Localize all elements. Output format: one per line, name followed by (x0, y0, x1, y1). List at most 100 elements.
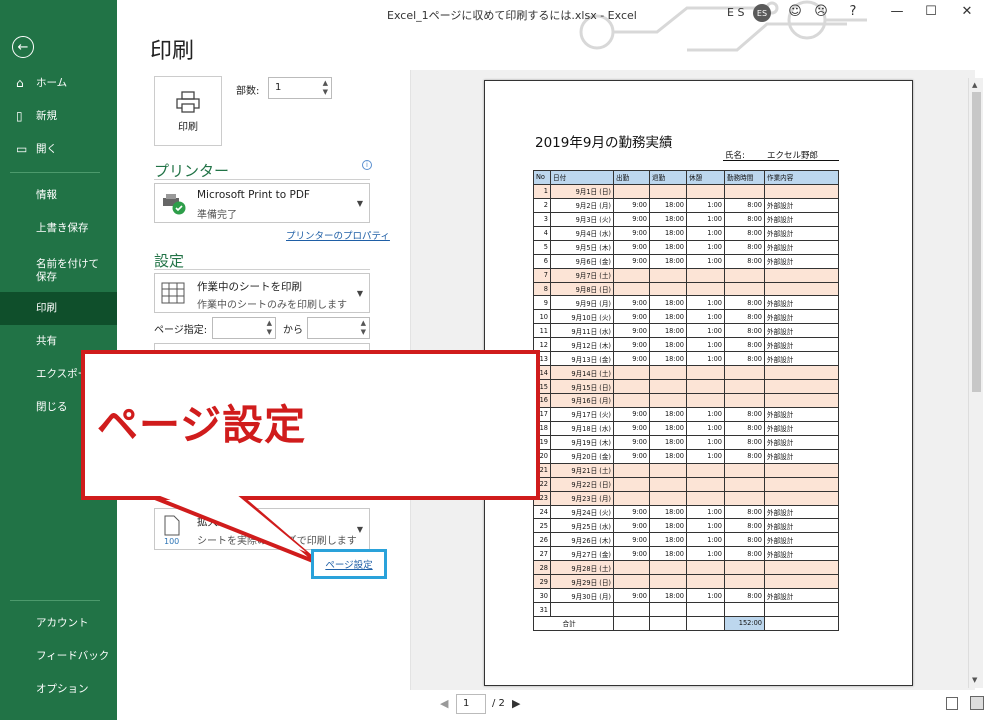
table-cell: 外部設計 (764, 504, 839, 520)
info-icon[interactable]: i (362, 160, 372, 170)
column-header: 休憩 (686, 170, 725, 185)
table-cell: 1:00 (686, 406, 725, 422)
back-arrow-icon[interactable]: ← (12, 36, 34, 58)
sidebar-item-label: ホーム (36, 77, 68, 90)
smile-feedback-icon[interactable]: ☺ (785, 4, 805, 19)
table-cell: 1:00 (686, 546, 725, 562)
spin-down-icon[interactable]: ▼ (323, 88, 328, 96)
sidebar-item-new[interactable]: ▯ 新規 (0, 100, 117, 133)
table-cell: 27 (533, 546, 551, 562)
scroll-thumb[interactable] (972, 92, 981, 392)
table-cell (649, 379, 687, 394)
table-cell: 9月1日 (日) (550, 183, 614, 199)
table-cell (764, 476, 839, 492)
table-row: 30 9月30日 (月) 9:00 18:00 1:00 8:00 外部設計 (533, 588, 839, 604)
table-cell: 外部設計 (764, 211, 839, 227)
table-cell: 8:00 (724, 546, 765, 562)
scaling-main: 拡大縮小なし (197, 516, 260, 528)
table-cell: 9:00 (613, 323, 650, 339)
next-page-icon[interactable]: ▶ (512, 697, 520, 710)
sidebar-item-save-as[interactable]: 名前を付けて保存 (0, 250, 117, 292)
table-cell (649, 462, 687, 478)
avatar[interactable]: ES (753, 4, 771, 22)
sidebar-item-account[interactable]: アカウント (0, 607, 117, 640)
table-cell (686, 267, 725, 283)
sidebar-item-options[interactable]: オプション (0, 673, 117, 706)
table-cell: 8:00 (724, 420, 765, 436)
table-cell: 10 (533, 309, 551, 325)
table-row: 19 9月19日 (木) 9:00 18:00 1:00 8:00 外部設計 (533, 434, 839, 450)
total-row: 合計 152:00 (533, 616, 839, 631)
table-cell: 外部設計 (764, 323, 839, 339)
vertical-scrollbar[interactable]: ▲ ▼ (968, 78, 983, 688)
table-cell (764, 574, 839, 590)
table-row: 21 9月21日 (土) (533, 462, 839, 478)
page-from-input[interactable]: ▲ ▼ (212, 317, 276, 339)
spin-up-icon[interactable]: ▲ (267, 319, 272, 327)
table-cell: 8:00 (724, 253, 765, 269)
frown-feedback-icon[interactable]: ☹ (811, 4, 831, 19)
table-cell: 18:00 (649, 197, 687, 213)
page-setup-link[interactable]: ページ設定 (325, 557, 372, 571)
maximize-icon[interactable]: ☐ (921, 4, 941, 19)
table-cell (649, 574, 687, 590)
preview-page: 2019年9月の勤務実績 氏名: エクセル野郎 No 日付 出勤 退勤 休憩 勤務時間 作業… (484, 80, 913, 686)
scaling-sub: シートを実際のサイズで印刷します (197, 536, 357, 547)
spin-up-icon[interactable]: ▲ (361, 319, 366, 327)
spin-down-icon[interactable]: ▼ (267, 328, 272, 336)
table-cell: 1:00 (686, 351, 725, 367)
print-what-select[interactable]: 作業中のシートを印刷 作業中のシートのみを印刷します ▼ (154, 273, 370, 313)
table-row: 17 9月17日 (火) 9:00 18:00 1:00 8:00 外部設計 (533, 406, 839, 422)
table-cell (686, 560, 725, 576)
table-cell: 9月8日 (日) (550, 281, 614, 297)
print-button[interactable]: 印刷 (154, 76, 222, 146)
current-page-input[interactable]: 1 (456, 694, 486, 714)
printer-select[interactable]: Microsoft Print to PDF 準備完了 ▼ (154, 183, 370, 223)
page-range-label: ページ指定: (154, 325, 208, 336)
table-cell: 9 (533, 295, 551, 311)
table-cell: 合計 (550, 616, 614, 631)
table-cell (764, 616, 839, 631)
table-cell: 9月14日 (土) (550, 365, 614, 381)
close-icon[interactable]: ✕ (957, 4, 977, 19)
spin-down-icon[interactable]: ▼ (361, 328, 366, 336)
table-cell: 9:00 (613, 448, 650, 464)
title-bar: Excel_1ページに収めて印刷するには.xlsx - Excel E S ES… (117, 0, 1000, 52)
table-cell: 外部設計 (764, 448, 839, 464)
table-cell (613, 393, 650, 408)
scroll-down-icon[interactable]: ▼ (972, 676, 977, 684)
help-icon[interactable]: ? (843, 4, 863, 19)
table-cell: 9月20日 (金) (550, 448, 614, 464)
table-cell: 1:00 (686, 532, 725, 548)
sidebar-item-print[interactable]: 印刷 (0, 292, 117, 325)
sidebar-item-open[interactable]: ▭ 開く (0, 133, 117, 166)
table-cell: 8:00 (724, 518, 765, 534)
sidebar-item-info[interactable]: 情報 (0, 179, 117, 212)
table-cell: 18:00 (649, 309, 687, 325)
table-cell: 1:00 (686, 225, 725, 241)
page-to-input[interactable]: ▲ ▼ (307, 317, 370, 339)
sidebar-item-feedback[interactable]: フィードバック (0, 640, 117, 673)
spin-up-icon[interactable]: ▲ (323, 79, 328, 87)
previous-page-icon[interactable]: ◀ (440, 697, 448, 710)
table-cell (613, 281, 650, 297)
page-setup-link-highlight[interactable]: ページ設定 (311, 549, 387, 579)
table-cell: 1:00 (686, 309, 725, 325)
table-row: 11 9月11日 (水) 9:00 18:00 1:00 8:00 外部設計 (533, 323, 839, 339)
scroll-up-icon[interactable]: ▲ (972, 81, 977, 89)
zoom-to-page-icon[interactable] (969, 696, 984, 710)
column-header: 作業内容 (764, 170, 839, 185)
table-cell: 1:00 (686, 197, 725, 213)
table-cell: 外部設計 (764, 239, 839, 255)
table-cell: 9月10日 (火) (550, 309, 614, 325)
minimize-icon[interactable]: — (887, 4, 907, 19)
show-margins-icon[interactable] (946, 697, 958, 710)
table-cell: 18:00 (649, 351, 687, 367)
sidebar-item-save[interactable]: 上書き保存 (0, 212, 117, 245)
sidebar-item-label: 閉じる (36, 401, 68, 414)
scaling-select[interactable]: 100 拡大縮小なし シートを実際のサイズで印刷します ▼ (154, 508, 370, 550)
printer-properties-link[interactable]: プリンターのプロパティ (286, 228, 390, 242)
copies-input[interactable]: 1 ▲ ▼ (268, 77, 332, 99)
table-cell (649, 267, 687, 283)
sidebar-item-home[interactable]: ⌂ ホーム (0, 67, 117, 100)
